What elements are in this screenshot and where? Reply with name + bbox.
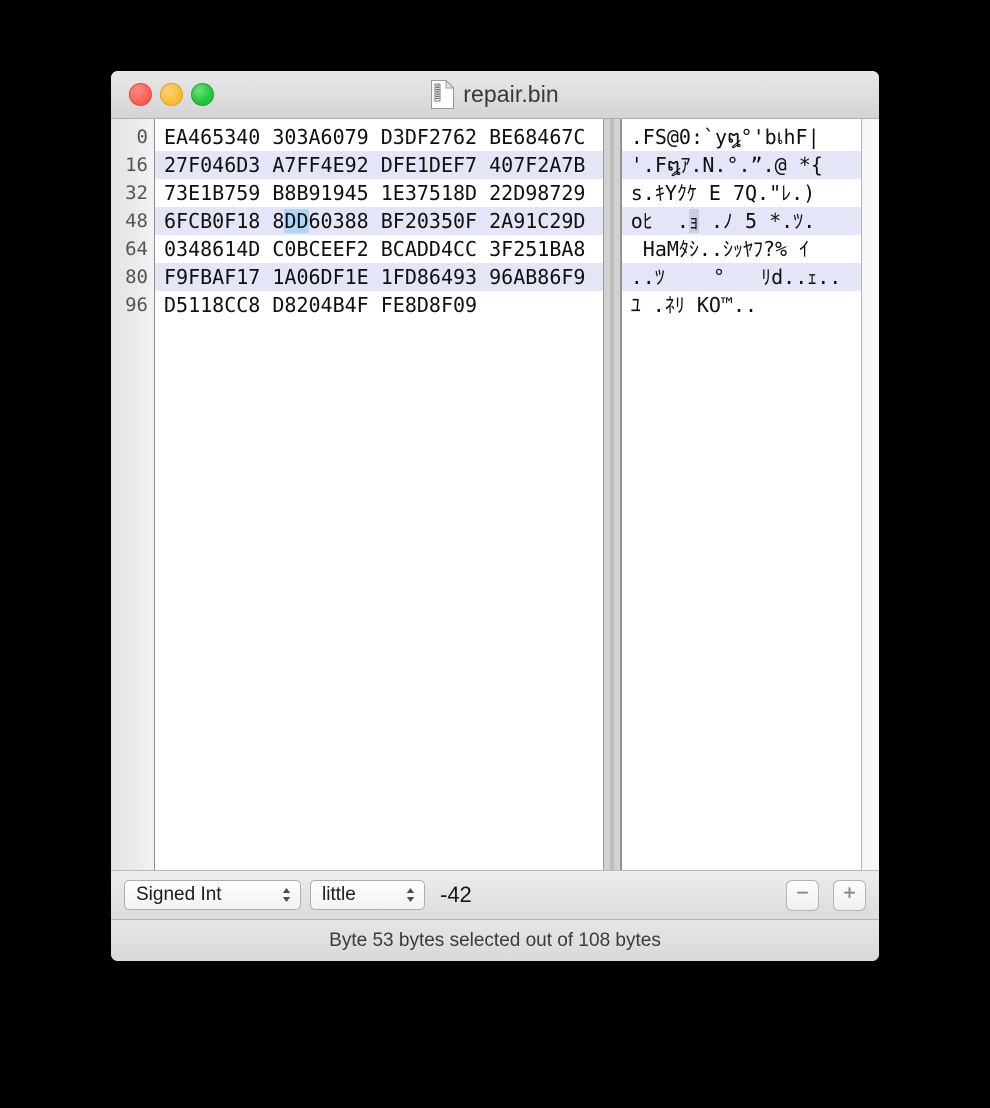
ascii-row[interactable]: s.ｷYｸｹ E 7Q."ﾚ.) — [622, 179, 861, 207]
ascii-row[interactable]: '.F໘ｱ.N.°.ˮ.@ *{ — [621, 151, 861, 179]
data-type-select[interactable]: Signed Int — [124, 880, 301, 910]
inspector-value: -42 — [440, 882, 472, 907]
ascii-row[interactable]: ﾕ .ﾈﾘ KO™.. — [622, 291, 861, 319]
endianness-select-label: little — [322, 884, 356, 905]
selected-bytes[interactable]: DD — [284, 209, 309, 233]
offset-label: 32 — [125, 182, 148, 204]
minus-icon — [794, 884, 811, 906]
hex-row[interactable]: 0348614D C0BCEEF2 BCADD4CC 3F251BA8 — [155, 235, 603, 263]
offset-gutter: 0 16 32 48 64 80 96 — [111, 119, 155, 870]
hex-row[interactable]: 6FCB0F18 8DD60388 BF20350F 2A91C29D — [155, 207, 603, 235]
plus-icon — [841, 884, 858, 906]
offset-label: 96 — [125, 294, 148, 316]
editor-content: 0 16 32 48 64 80 96 EA465340 303A6079 D3DF2762… — [111, 119, 879, 871]
hex-row[interactable]: D5118CC8 D8204B4F FE8D8F09 — [155, 291, 603, 319]
ascii-row[interactable]: ..ﾂ ° ﾘd..ｪ.. — [621, 263, 861, 291]
hex-row[interactable]: 73E1B759 B8B91945 1E37518D 22D98729 — [155, 179, 603, 207]
endianness-select[interactable]: little — [310, 880, 425, 910]
chevron-up-down-icon — [404, 884, 417, 906]
ascii-row[interactable]: HaMﾀｼ..ｼｯﾔﾌ?% ｲ — [622, 235, 861, 263]
window-titlebar[interactable]: repair.bin — [111, 71, 879, 119]
status-bar: Byte 53 bytes selected out of 108 bytes — [111, 920, 879, 961]
document-icon — [431, 79, 455, 109]
ascii-pane[interactable]: .FS@0:`y໘°'bเhF| '.F໘ｱ.N.°.ˮ.@ *{s.ｷYｸｹ E… — [620, 119, 861, 870]
offset-label: 48 — [125, 210, 148, 232]
hex-row[interactable]: 27F046D3 A7FF4E92 DFE1DEF7 407F2A7B — [155, 151, 603, 179]
window-title: repair.bin — [463, 81, 559, 107]
offset-label: 80 — [125, 266, 148, 288]
hex-row[interactable]: EA465340 303A6079 D3DF2762 BE68467C — [155, 123, 603, 151]
hex-pane[interactable]: EA465340 303A6079 D3DF2762 BE68467C 27F04… — [155, 119, 603, 870]
hex-row[interactable]: F9FBAF17 1A06DF1E 1FD86493 96AB86F9 — [155, 263, 603, 291]
ascii-row[interactable]: oﾋ .ｮ .ﾉ 5 *.ﾂ. — [621, 207, 861, 235]
offset-label: 16 — [125, 154, 148, 176]
data-inspector-toolbar: Signed Int little -42 — [111, 871, 879, 920]
add-inspector-row-button[interactable] — [833, 879, 866, 911]
remove-inspector-row-button[interactable] — [786, 879, 819, 911]
chevron-up-down-icon — [280, 884, 293, 906]
hex-editor-window: repair.bin 0 16 32 48 64 80 96 EA465340 303A60… — [111, 71, 879, 961]
close-button[interactable] — [129, 83, 152, 106]
right-filler — [860, 119, 879, 870]
window-controls — [129, 71, 214, 118]
status-bar-text: Byte 53 bytes selected out of 108 bytes — [329, 929, 661, 951]
selected-bytes[interactable]: ｮ — [688, 209, 699, 233]
data-type-select-label: Signed Int — [136, 884, 222, 905]
offset-label: 64 — [125, 238, 148, 260]
desktop-background: repair.bin 0 16 32 48 64 80 96 EA465340 303A60… — [0, 0, 990, 1108]
minimize-button[interactable] — [160, 83, 183, 106]
zoom-button[interactable] — [191, 83, 214, 106]
pane-splitter[interactable] — [602, 119, 621, 870]
window-title-group: repair.bin — [111, 71, 879, 118]
ascii-row[interactable]: .FS@0:`y໘°'bเhF| — [622, 123, 861, 151]
offset-label: 0 — [136, 126, 148, 148]
